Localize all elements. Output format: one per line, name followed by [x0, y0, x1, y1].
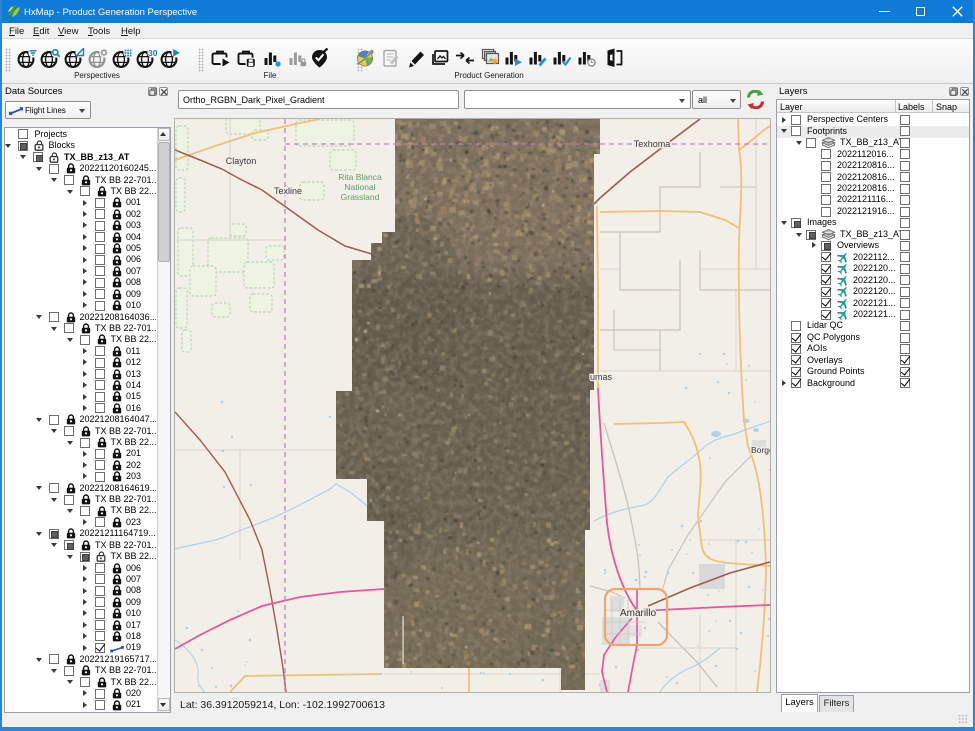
- svg-text:umas: umas: [590, 372, 613, 382]
- svg-text:Texline: Texline: [274, 186, 302, 196]
- svg-text:Rita Blanca: Rita Blanca: [338, 172, 382, 182]
- svg-text:Texhoma: Texhoma: [634, 139, 671, 149]
- svg-text:Amarillo: Amarillo: [620, 608, 657, 619]
- svg-text:30: 30: [148, 48, 157, 58]
- svg-text:Grassland: Grassland: [341, 192, 380, 202]
- svg-text:National: National: [344, 182, 375, 192]
- svg-text:Borge: Borge: [751, 445, 770, 455]
- svg-text:Clayton: Clayton: [226, 156, 257, 166]
